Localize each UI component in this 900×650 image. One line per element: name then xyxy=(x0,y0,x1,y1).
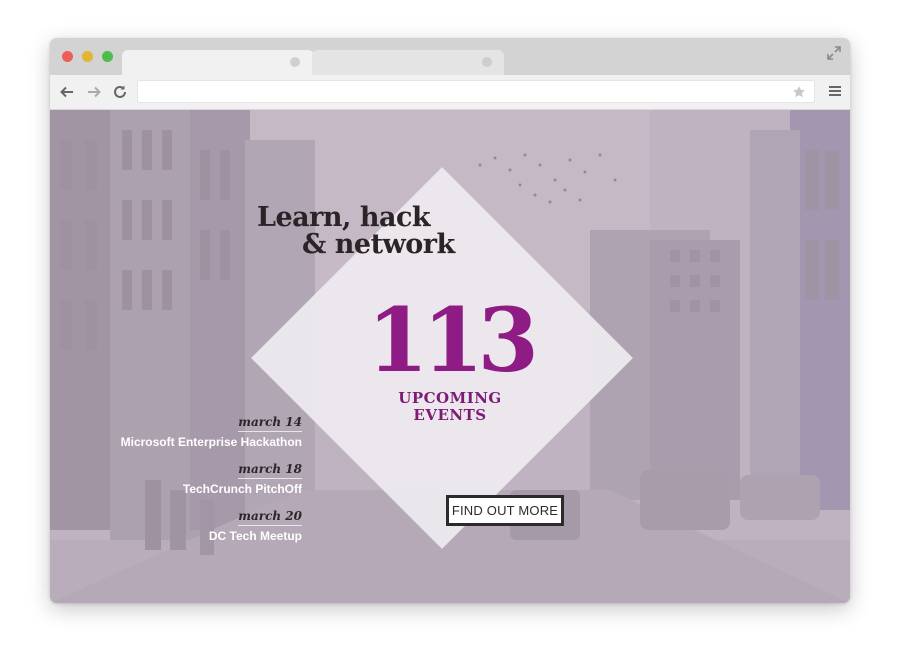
event-name[interactable]: DC Tech Meetup xyxy=(209,528,302,544)
page-viewport: Learn, hack & network 113 UPCOMING EVENT… xyxy=(50,110,850,603)
browser-window: Learn, hack & network 113 UPCOMING EVENT… xyxy=(50,38,850,603)
close-window-button[interactable] xyxy=(62,51,73,62)
event-date: march 18 xyxy=(238,462,302,479)
find-out-more-button[interactable]: FIND OUT MORE xyxy=(446,495,564,526)
count-label-line-2: EVENTS xyxy=(413,406,487,424)
event-date: march 14 xyxy=(238,415,302,432)
event-name[interactable]: TechCrunch PitchOff xyxy=(183,481,302,497)
expand-icon[interactable] xyxy=(826,45,842,61)
tab-close-icon[interactable] xyxy=(482,57,492,67)
tab-close-icon[interactable] xyxy=(290,57,300,67)
browser-toolbar xyxy=(50,75,850,110)
back-arrow-icon[interactable] xyxy=(59,84,75,100)
headline-line-1: Learn, hack xyxy=(257,202,431,233)
event-item[interactable]: march 20 DC Tech Meetup xyxy=(209,507,302,544)
forward-arrow-icon[interactable] xyxy=(86,84,102,100)
hero-headline: Learn, hack & network xyxy=(257,204,517,258)
headline-line-2: & network xyxy=(302,229,455,260)
star-icon[interactable] xyxy=(792,85,806,99)
browser-tab-inactive[interactable] xyxy=(312,50,504,75)
event-date: march 20 xyxy=(238,509,302,526)
count-label-line-1: UPCOMING xyxy=(398,389,502,407)
reload-icon[interactable] xyxy=(112,84,128,100)
browser-tab-active[interactable] xyxy=(122,50,314,75)
address-bar[interactable] xyxy=(137,80,815,103)
event-item[interactable]: march 14 Microsoft Enterprise Hackathon xyxy=(121,413,302,450)
event-item[interactable]: march 18 TechCrunch PitchOff xyxy=(183,460,302,497)
maximize-window-button[interactable] xyxy=(102,51,113,62)
hamburger-menu-icon[interactable] xyxy=(828,84,842,98)
upcoming-events-count: 113 xyxy=(367,288,539,392)
minimize-window-button[interactable] xyxy=(82,51,93,62)
upcoming-events-label: UPCOMING EVENTS xyxy=(370,390,530,424)
event-name[interactable]: Microsoft Enterprise Hackathon xyxy=(121,434,302,450)
tab-bar xyxy=(50,38,850,75)
